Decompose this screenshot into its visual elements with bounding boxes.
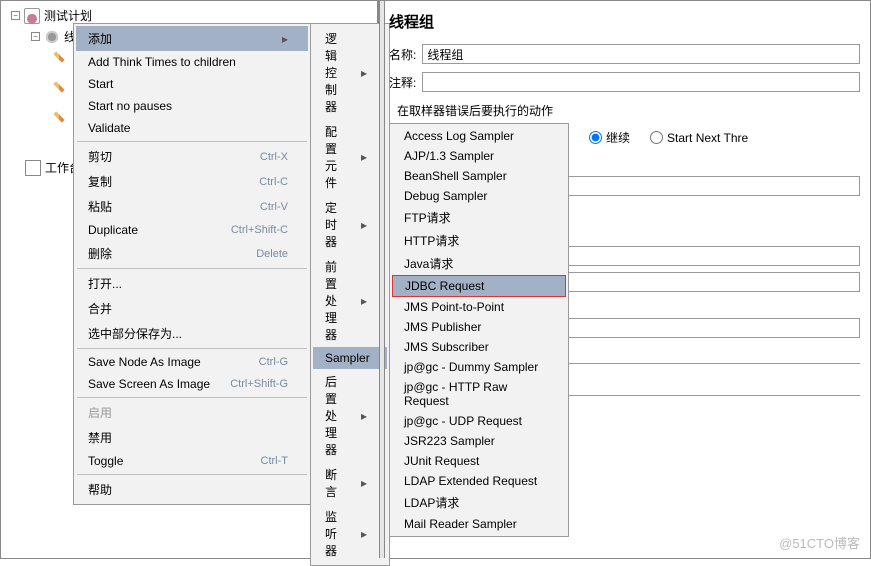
menu-open[interactable]: 打开...	[76, 271, 308, 296]
pencil-icon	[53, 51, 64, 62]
context-menu: 添加▸ Add Think Times to children Start St…	[73, 23, 311, 505]
menu-separator	[77, 268, 307, 269]
menu-duplicate[interactable]: DuplicateCtrl+Shift-C	[76, 219, 308, 241]
sampler-item[interactable]: AJP/1.3 Sampler	[392, 146, 566, 166]
menu-enable: 启用	[76, 400, 308, 425]
radio-start-next[interactable]: Start Next Thre	[650, 131, 748, 145]
testplan-icon	[24, 8, 40, 24]
stub-1: 3	[519, 346, 860, 364]
stub-2: 3	[519, 378, 860, 396]
add-submenu: 逻辑控制器▸ 配置元件▸ 定时器▸ 前置处理器▸ Sampler▸ 后置处理器▸…	[310, 23, 390, 566]
menu-merge[interactable]: 合并	[76, 296, 308, 321]
menu-start-no-pauses[interactable]: Start no pauses	[76, 95, 308, 117]
sampler-item[interactable]: Access Log Sampler	[392, 126, 566, 146]
partial-input-1[interactable]	[518, 176, 860, 196]
submenu-post-processor[interactable]: 后置处理器▸	[313, 369, 387, 462]
name-input[interactable]	[422, 44, 860, 64]
radio-continue-input[interactable]	[589, 131, 602, 144]
menu-separator	[77, 141, 307, 142]
submenu-assertion[interactable]: 断言▸	[313, 462, 387, 504]
sampler-item[interactable]: JSR223 Sampler	[392, 431, 566, 451]
submenu-listener[interactable]: 监听器▸	[313, 504, 387, 563]
submenu-config-element[interactable]: 配置元件▸	[313, 119, 387, 195]
sampler-item-jdbc[interactable]: JDBC Request	[392, 275, 566, 297]
radio-continue[interactable]: 继续	[589, 129, 630, 146]
submenu-arrow-icon: ▸	[361, 409, 367, 423]
comment-input[interactable]	[422, 72, 860, 92]
sampler-item[interactable]: Java请求	[392, 252, 566, 275]
menu-help[interactable]: 帮助	[76, 477, 308, 502]
menu-separator	[77, 397, 307, 398]
panel-title: 线程组	[389, 7, 860, 40]
sampler-item[interactable]: Debug Sampler	[392, 186, 566, 206]
radio-start-next-input[interactable]	[650, 131, 663, 144]
sampler-item[interactable]: LDAP Extended Request	[392, 471, 566, 491]
submenu-timer[interactable]: 定时器▸	[313, 195, 387, 254]
submenu-arrow-icon: ▸	[361, 476, 367, 490]
menu-disable[interactable]: 禁用	[76, 425, 308, 450]
menu-separator	[77, 348, 307, 349]
submenu-sampler[interactable]: Sampler▸	[313, 347, 387, 369]
submenu-arrow-icon: ▸	[361, 527, 367, 541]
sampler-item[interactable]: jp@gc - Dummy Sampler	[392, 357, 566, 377]
name-label: 名称:	[389, 46, 416, 63]
sampler-item[interactable]: JUnit Request	[392, 451, 566, 471]
tree-root-label: 测试计划	[44, 7, 92, 24]
workbench-icon	[25, 160, 41, 176]
menu-toggle[interactable]: ToggleCtrl-T	[76, 450, 308, 472]
pencil-icon	[53, 111, 64, 122]
submenu-pre-processor[interactable]: 前置处理器▸	[313, 254, 387, 347]
menu-validate[interactable]: Validate	[76, 117, 308, 139]
watermark: @51CTO博客	[779, 533, 860, 552]
sampler-item[interactable]: jp@gc - HTTP Raw Request	[392, 377, 566, 411]
submenu-arrow-icon: ▸	[361, 218, 367, 232]
menu-separator	[77, 474, 307, 475]
submenu-arrow-icon: ▸	[361, 150, 367, 164]
menu-copy[interactable]: 复制Ctrl-C	[76, 169, 308, 194]
pencil-icon	[53, 81, 64, 92]
tree-toggle-icon[interactable]: −	[11, 11, 20, 20]
gear-icon	[44, 29, 60, 45]
sampler-error-label: 在取样器错误后要执行的动作	[389, 96, 860, 123]
sampler-item[interactable]: LDAP请求	[392, 491, 566, 514]
sampler-item[interactable]: JMS Publisher	[392, 317, 566, 337]
tree-panel: − 测试计划 − 线 工作台	[1, 1, 379, 558]
sampler-item[interactable]: jp@gc - UDP Request	[392, 411, 566, 431]
sampler-item[interactable]: FTP请求	[392, 206, 566, 229]
sampler-item[interactable]: JMS Subscriber	[392, 337, 566, 357]
menu-save-screen-img[interactable]: Save Screen As ImageCtrl+Shift-G	[76, 373, 308, 395]
sampler-submenu: Access Log Sampler AJP/1.3 Sampler BeanS…	[389, 123, 569, 537]
empty-field-3[interactable]	[519, 318, 860, 338]
sampler-item[interactable]: Mail Reader Sampler	[392, 514, 566, 534]
tree-toggle-icon[interactable]: −	[31, 32, 40, 41]
menu-paste[interactable]: 粘贴Ctrl-V	[76, 194, 308, 219]
comment-label: 注释:	[389, 74, 416, 91]
submenu-logic-controller[interactable]: 逻辑控制器▸	[313, 26, 387, 119]
menu-cut[interactable]: 剪切Ctrl-X	[76, 144, 308, 169]
sampler-item[interactable]: JMS Point-to-Point	[392, 297, 566, 317]
sampler-item[interactable]: HTTP请求	[392, 229, 566, 252]
menu-start[interactable]: Start	[76, 73, 308, 95]
menu-add[interactable]: 添加▸	[76, 26, 308, 51]
menu-delete[interactable]: 删除Delete	[76, 241, 308, 266]
submenu-arrow-icon: ▸	[361, 66, 367, 80]
empty-field-2[interactable]	[519, 272, 860, 292]
submenu-arrow-icon: ▸	[361, 294, 367, 308]
menu-save-partial[interactable]: 选中部分保存为...	[76, 321, 308, 346]
sampler-item[interactable]: BeanShell Sampler	[392, 166, 566, 186]
menu-think-times[interactable]: Add Think Times to children	[76, 51, 308, 73]
empty-field-1[interactable]	[519, 246, 860, 266]
submenu-arrow-icon: ▸	[282, 32, 288, 46]
menu-save-node-img[interactable]: Save Node As ImageCtrl-G	[76, 351, 308, 373]
